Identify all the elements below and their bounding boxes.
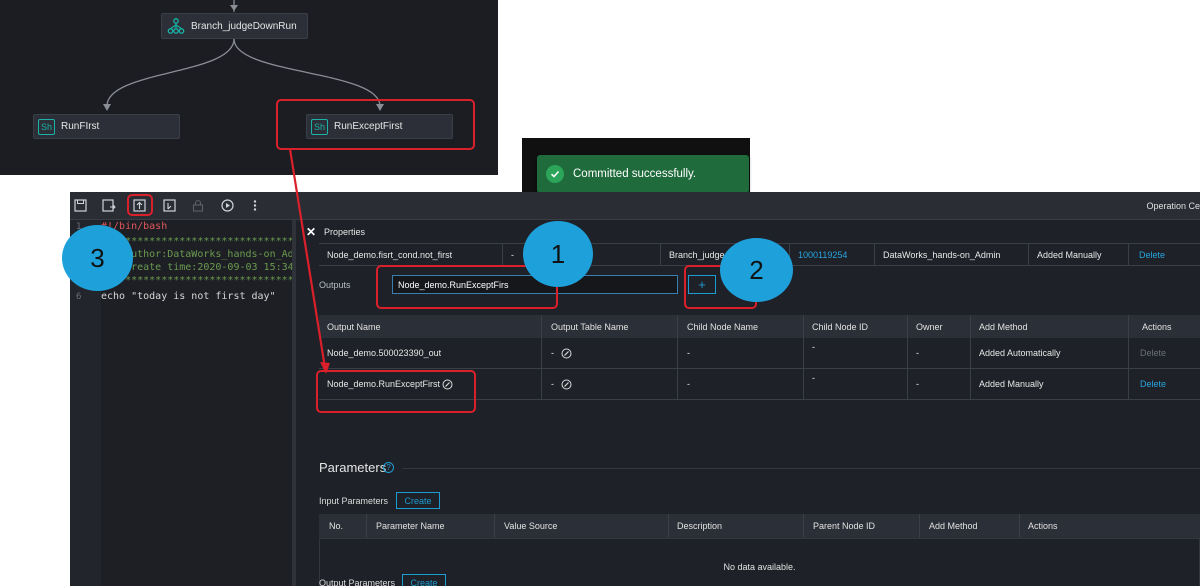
child-node-name-cell: - <box>687 379 690 389</box>
child-node-id-cell: - <box>812 342 815 352</box>
col-output-table-name: Output Table Name <box>551 321 629 332</box>
code-line: #********************************* <box>101 236 306 247</box>
toast-message: Committed successfully. <box>573 168 697 180</box>
param-table-empty: No data available. <box>319 538 1200 586</box>
input-node-name: Node_demo.fisrt_cond.not_first <box>327 249 453 260</box>
section-divider <box>402 468 1200 469</box>
editor-toolbar: Operation Ce <box>70 192 1200 220</box>
step-badge-3: 3 <box>62 225 133 291</box>
branch-icon <box>167 18 185 34</box>
input-owner: DataWorks_hands-on_Admin <box>883 249 1001 260</box>
highlight-new-output-row <box>316 370 476 413</box>
child-node-id-cell: - <box>812 373 815 383</box>
properties-title: Properties <box>324 227 366 237</box>
close-icon[interactable]: ✕ <box>306 225 316 239</box>
ide-window: Operation Ce 1 #!/bin/bash #************… <box>70 192 1200 586</box>
save-icon[interactable] <box>73 199 87 213</box>
col-add-method: Add Method <box>979 321 1028 332</box>
highlight-runexceptfirst-node <box>276 99 475 150</box>
param-table-header: No. Parameter Name Value Source Descript… <box>319 514 1200 538</box>
col-child-node-name: Child Node Name <box>687 321 759 332</box>
empty-state-text: No data available. <box>723 562 796 572</box>
code-line: echo "today is not first day" <box>101 291 276 302</box>
more-icon[interactable] <box>248 199 262 213</box>
dag-node-branch-label: Branch_judgeDownRun <box>191 20 297 32</box>
save-as-icon[interactable] <box>102 199 116 213</box>
input-node-id-link[interactable]: 1000119254 <box>798 244 847 265</box>
deploy-icon[interactable] <box>162 199 176 213</box>
check-circle-icon <box>546 165 564 183</box>
screenshot-stage: Branch_judgeDownRun Sh RunFIrst Sh RunEx… <box>0 0 1200 586</box>
help-icon[interactable]: ? <box>383 462 394 473</box>
col-child-node-id: Child Node ID <box>812 321 869 332</box>
col-actions: Actions <box>1142 321 1172 332</box>
dag-node-runfirst[interactable]: Sh RunFIrst <box>33 114 180 139</box>
code-line: # Create time:2020-09-03 15:34:45 <box>101 262 312 273</box>
add-method-cell: Added Manually <box>979 379 1044 389</box>
child-node-name-cell: - <box>687 348 690 358</box>
step-badge-2: 2 <box>720 238 793 302</box>
col-parent-node-id: Parent Node ID <box>813 521 876 531</box>
owner-cell: - <box>916 379 919 389</box>
line-number: 6 <box>76 292 82 302</box>
success-toast: Committed successfully. <box>537 155 749 193</box>
output-name-cell: Node_demo.500023390_out <box>327 348 442 358</box>
col-no: No. <box>329 521 344 531</box>
operation-center-link[interactable]: Operation Ce <box>1146 201 1200 211</box>
col-description: Description <box>677 521 723 531</box>
shell-node-icon: Sh <box>38 118 55 135</box>
create-output-param-button[interactable]: Create <box>402 574 446 586</box>
create-input-param-button[interactable]: Create <box>396 492 440 509</box>
dag-node-branch[interactable]: Branch_judgeDownRun <box>161 13 308 39</box>
input-parent-node: Branch_judge <box>669 249 725 260</box>
col-param-add-method: Add Method <box>929 521 978 531</box>
col-parameter-name: Parameter Name <box>376 521 445 531</box>
col-output-name: Output Name <box>327 321 381 332</box>
delete-link[interactable]: Delete <box>1140 369 1166 399</box>
code-line: #********************************* <box>101 275 306 286</box>
output-parameters-label: Output Parameters <box>319 578 396 586</box>
parameters-title: Parameters <box>319 460 387 475</box>
input-parameters-label: Input Parameters <box>319 496 389 506</box>
input-delete-link[interactable]: Delete <box>1139 244 1165 265</box>
dag-node-runfirst-label: RunFIrst <box>61 121 100 132</box>
output-table-name-cell: - <box>551 348 554 358</box>
edit-icon[interactable] <box>561 369 572 399</box>
edit-icon[interactable] <box>561 338 572 368</box>
step-badge-1: 1 <box>523 221 593 287</box>
lock-icon <box>191 199 205 213</box>
col-value-source: Value Source <box>504 521 558 531</box>
output-table-header: Output Name Output Table Name Child Node… <box>319 315 1200 338</box>
highlight-commit-button <box>127 194 153 216</box>
col-param-actions: Actions <box>1028 521 1058 531</box>
output-table-name-cell: - <box>551 379 554 389</box>
run-icon[interactable] <box>220 199 234 213</box>
input-node-dash: - <box>511 249 514 260</box>
table-row: Node_demo.500023390_out - - - - Added Au… <box>319 338 1200 369</box>
owner-cell: - <box>916 348 919 358</box>
delete-link-disabled: Delete <box>1140 348 1167 358</box>
outputs-label: Outputs <box>319 280 351 290</box>
add-method-cell: Added Automatically <box>979 348 1061 358</box>
input-add-method: Added Manually <box>1037 249 1102 260</box>
col-owner: Owner <box>916 321 943 332</box>
